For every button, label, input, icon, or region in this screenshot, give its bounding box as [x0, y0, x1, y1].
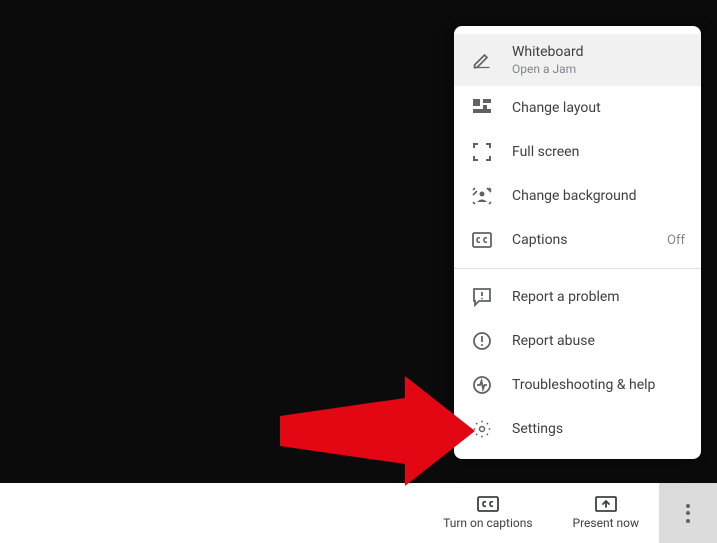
menu-item-captions[interactable]: Captions Off: [454, 218, 701, 262]
menu-item-whiteboard[interactable]: Whiteboard Open a Jam: [454, 34, 701, 86]
menu-divider: [454, 268, 701, 269]
fullscreen-icon: [470, 140, 494, 164]
bottom-bar: Turn on captions Present now: [0, 483, 717, 543]
menu-item-label: Whiteboard: [512, 44, 685, 61]
more-options-menu: Whiteboard Open a Jam Change layout Full…: [454, 26, 701, 459]
menu-item-label: Change layout: [512, 100, 685, 117]
menu-item-change-layout[interactable]: Change layout: [454, 86, 701, 130]
menu-item-label: Full screen: [512, 144, 685, 161]
menu-item-right-text: Off: [667, 233, 685, 248]
menu-item-settings[interactable]: Settings: [454, 407, 701, 451]
alert-icon: [470, 329, 494, 353]
present-icon: [595, 496, 617, 512]
captions-icon: [470, 228, 494, 252]
layout-icon: [470, 96, 494, 120]
menu-item-label: Report a problem: [512, 289, 685, 306]
turn-on-captions-button[interactable]: Turn on captions: [423, 483, 552, 543]
menu-item-report-problem[interactable]: Report a problem: [454, 275, 701, 319]
menu-item-label: Report abuse: [512, 333, 685, 350]
bottom-action-label: Turn on captions: [443, 516, 532, 530]
feedback-icon: [470, 285, 494, 309]
menu-item-full-screen[interactable]: Full screen: [454, 130, 701, 174]
pencil-icon: [470, 48, 494, 72]
menu-item-label: Change background: [512, 188, 685, 205]
gear-icon: [470, 417, 494, 441]
captions-icon: [477, 496, 499, 512]
menu-item-report-abuse[interactable]: Report abuse: [454, 319, 701, 363]
menu-item-sublabel: Open a Jam: [512, 62, 685, 76]
background-icon: [470, 184, 494, 208]
bottom-action-label: Present now: [573, 516, 639, 530]
menu-item-troubleshooting[interactable]: Troubleshooting & help: [454, 363, 701, 407]
menu-item-change-background[interactable]: Change background: [454, 174, 701, 218]
more-vertical-icon: [686, 504, 690, 523]
activity-icon: [470, 373, 494, 397]
more-options-button[interactable]: [659, 483, 717, 543]
menu-item-label: Captions: [512, 232, 667, 249]
present-now-button[interactable]: Present now: [553, 483, 659, 543]
menu-item-label: Troubleshooting & help: [512, 377, 685, 394]
menu-item-label: Settings: [512, 421, 685, 438]
